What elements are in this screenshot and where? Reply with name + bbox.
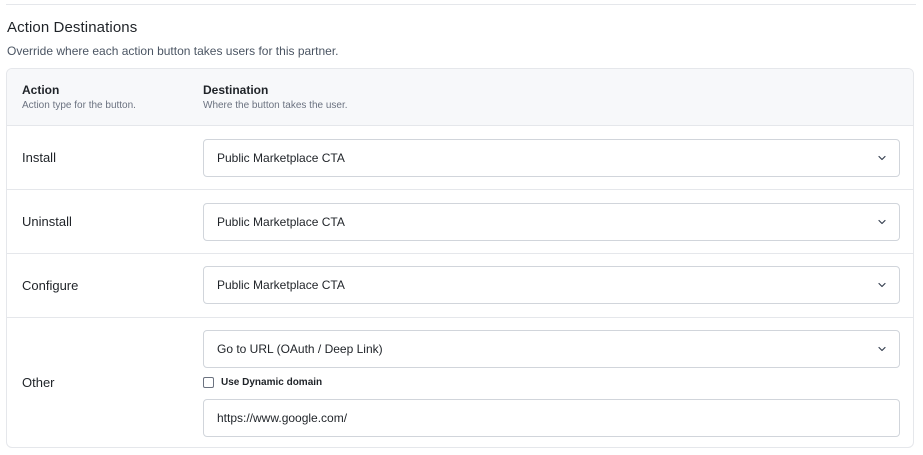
destination-url-input[interactable] (203, 399, 900, 437)
table-header: Action Action type for the button. Desti… (7, 69, 913, 126)
table-row-install: Install Public Marketplace CTA (7, 126, 913, 190)
action-label: Uninstall (22, 214, 72, 229)
dynamic-domain-label[interactable]: Use Dynamic domain (221, 377, 322, 388)
chevron-down-icon (878, 346, 886, 352)
top-divider (6, 4, 916, 5)
column-title: Destination (203, 83, 269, 97)
select-value: Public Marketplace CTA (217, 151, 345, 165)
column-header-destination: Destination Where the button takes the u… (203, 83, 348, 111)
column-title: Action (22, 83, 60, 97)
select-value: Public Marketplace CTA (217, 215, 345, 229)
table-row-configure: Configure Public Marketplace CTA (7, 254, 913, 318)
column-subtitle: Where the button takes the user. (203, 100, 348, 111)
table-row-other: Other Go to URL (OAuth / Deep Link) Use … (7, 318, 913, 447)
dynamic-domain-checkbox[interactable] (203, 376, 214, 388)
table-row-uninstall: Uninstall Public Marketplace CTA (7, 190, 913, 254)
chevron-down-icon (878, 219, 886, 225)
action-label: Configure (22, 278, 79, 293)
chevron-down-icon (878, 155, 886, 161)
action-label: Install (22, 150, 56, 165)
destination-select-other[interactable]: Go to URL (OAuth / Deep Link) (203, 330, 900, 368)
destination-select-configure[interactable]: Public Marketplace CTA (203, 266, 900, 304)
destination-select-install[interactable]: Public Marketplace CTA (203, 139, 900, 177)
chevron-down-icon (878, 282, 886, 288)
action-label: Other (22, 375, 55, 390)
section-description: Override where each action button takes … (7, 44, 339, 58)
section-title: Action Destinations (7, 19, 138, 36)
column-header-action: Action Action type for the button. (22, 83, 136, 111)
action-destinations-table: Action Action type for the button. Desti… (6, 68, 914, 448)
select-value: Public Marketplace CTA (217, 278, 345, 292)
select-value: Go to URL (OAuth / Deep Link) (217, 342, 383, 356)
dynamic-domain-option: Use Dynamic domain (203, 374, 322, 390)
column-subtitle: Action type for the button. (22, 100, 136, 111)
destination-select-uninstall[interactable]: Public Marketplace CTA (203, 203, 900, 241)
